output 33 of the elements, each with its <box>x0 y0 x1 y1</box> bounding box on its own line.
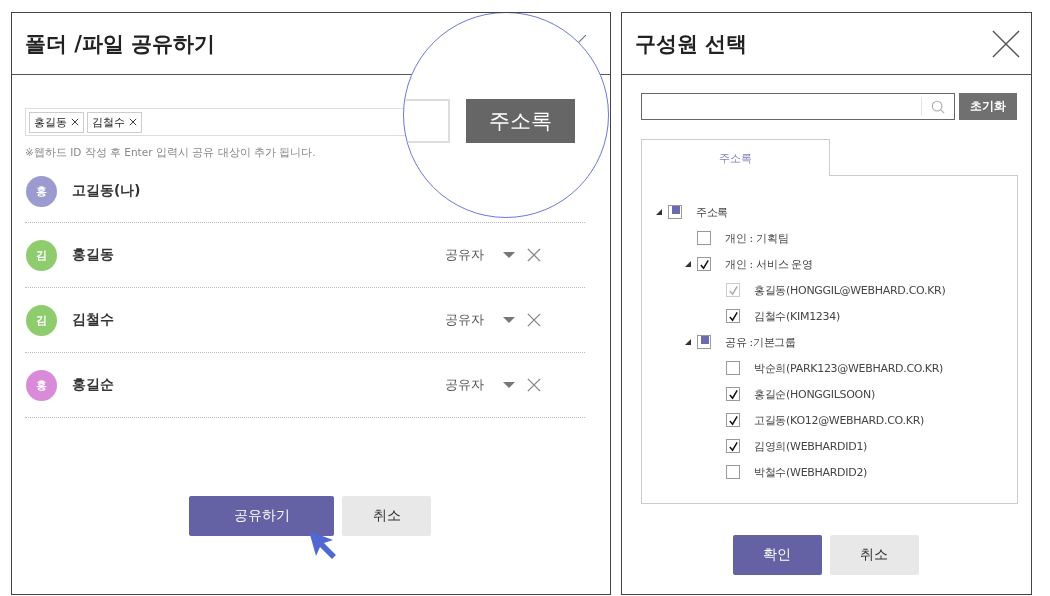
member-name: 김철수 <box>72 311 115 329</box>
tree-item[interactable]: 주소록 <box>696 204 729 220</box>
tree-item[interactable]: 박철수(WEBHARDID2) <box>754 464 868 480</box>
tree-item[interactable]: 개인 : 서비스 운영 <box>725 256 813 272</box>
confirm-button[interactable]: 확인 <box>732 535 822 575</box>
avatar: 홍 <box>26 369 57 401</box>
avatar: 김 <box>26 304 57 336</box>
cancel-button[interactable]: 취소 <box>829 535 919 575</box>
share-button[interactable]: 공유하기 <box>189 496 334 536</box>
avatar: 김 <box>26 239 57 271</box>
cancel-button[interactable]: 취소 <box>342 496 431 536</box>
tree-item[interactable]: 홍길순(HONGGILSOON) <box>754 386 875 402</box>
member-name: 홍길순 <box>72 376 115 394</box>
tree-item[interactable]: 공유 :기본그룹 <box>725 334 796 350</box>
role-label: 공유자 <box>445 311 484 329</box>
tree-item[interactable]: 김영희(WEBHARDID1) <box>754 438 868 454</box>
member-name: 홍길동 <box>72 246 115 264</box>
tree-item[interactable]: 김철수(KIM1234) <box>754 308 840 324</box>
tree-item[interactable]: 고길동(KO12@WEBHARD.CO.KR) <box>754 412 924 428</box>
dialog-title: 폴더 /파일 공유하기 <box>25 30 216 58</box>
member-name: 고길동(나) <box>72 182 142 200</box>
role-label: 공유자 <box>445 376 484 394</box>
role-label: 공유자 <box>445 246 484 264</box>
tag-label: 김철수 <box>92 114 125 130</box>
tag-label: 홍길동 <box>34 114 67 130</box>
tree-item[interactable]: 박순희(PARK123@WEBHARD.CO.KR) <box>754 360 944 376</box>
hint-text: ※웹하드 ID 작성 후 Enter 입력시 공유 대상이 추가 됩니다. <box>25 146 317 160</box>
address-book-button[interactable]: 주소록 <box>466 99 575 143</box>
tree-item[interactable]: 개인 : 기획팀 <box>725 230 789 246</box>
tab[interactable]: 주소록 <box>641 139 830 176</box>
avatar: 홍 <box>26 175 57 207</box>
reset-button[interactable]: 초기화 <box>959 93 1017 120</box>
dialog-title: 구성원 선택 <box>635 30 748 58</box>
